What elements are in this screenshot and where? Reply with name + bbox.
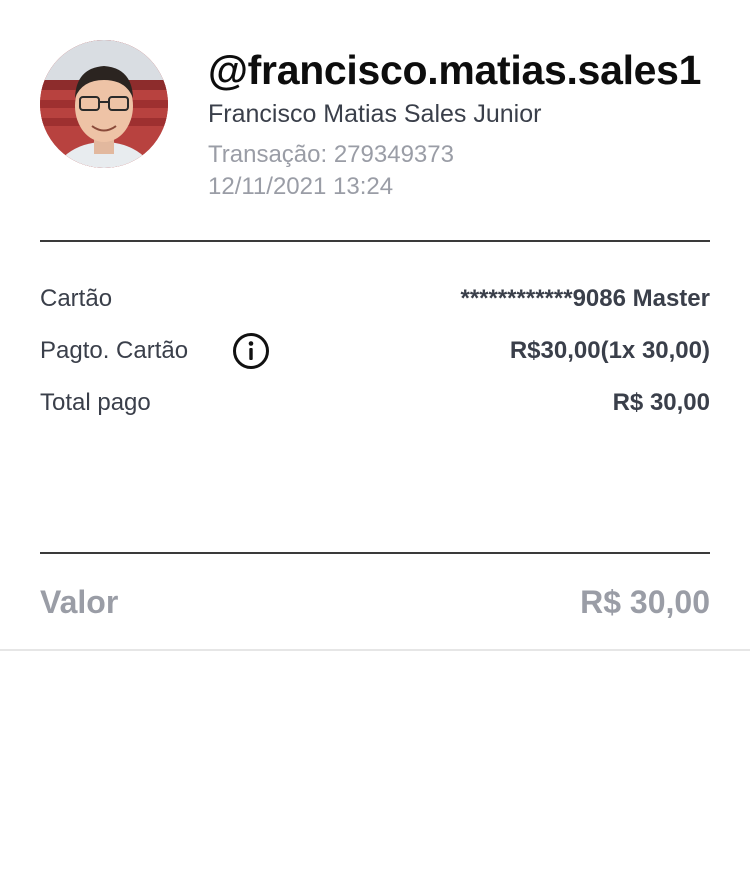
avatar-photo <box>40 40 168 168</box>
summary-divider <box>40 552 710 554</box>
receipt-card: @francisco.matias.sales1 Francisco Matia… <box>0 0 750 650</box>
card-value: ************9086 Master <box>460 285 710 312</box>
transaction-id: Transação: 279349373 <box>208 141 454 168</box>
total-paid-value: R$ 30,00 <box>612 389 710 416</box>
transaction-datetime: 12/11/2021 13:24 <box>208 173 394 200</box>
avatar <box>40 40 168 168</box>
total-paid-label: Total pago <box>40 389 151 416</box>
amount-value: R$ 30,00 <box>580 584 710 620</box>
amount-label: Valor <box>40 584 119 620</box>
full-name: Francisco Matias Sales Junior <box>208 100 542 128</box>
card-payment-value: R$30,00(1x 30,00) <box>509 337 710 364</box>
header-divider <box>40 240 710 242</box>
card-bottom-border <box>0 649 750 651</box>
info-circle-icon[interactable] <box>231 331 271 371</box>
card-payment-label: Pagto. Cartão <box>40 337 189 364</box>
username: @francisco.matias.sales1 <box>208 47 702 93</box>
card-label: Cartão <box>40 285 113 312</box>
